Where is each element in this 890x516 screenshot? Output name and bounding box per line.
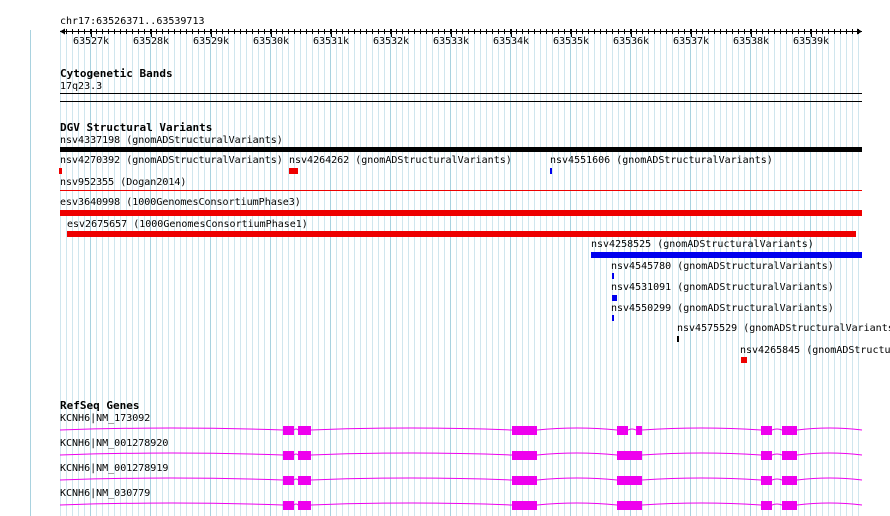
transcript-exon[interactable] [761, 476, 772, 485]
dgv-feature-bar[interactable] [612, 295, 617, 301]
dgv-feature[interactable]: nsv4258525 (gnomADStructuralVariants) [591, 239, 862, 258]
ruler-tick-label: 63530k [253, 36, 289, 47]
transcript-label: KCNH6|NM_173092 [60, 413, 150, 424]
dgv-track-title[interactable]: DGV Structural Variants [60, 121, 212, 134]
transcript-exon[interactable] [761, 501, 772, 510]
transcript-exon[interactable] [782, 501, 797, 510]
transcript-exon[interactable] [283, 476, 294, 485]
ruler-tick-label: 63536k [613, 36, 649, 47]
dgv-feature-bar[interactable] [289, 168, 298, 174]
transcript-exon[interactable] [512, 501, 537, 510]
transcript-exon[interactable] [298, 476, 311, 485]
ruler-tick-label: 63535k [553, 36, 589, 47]
transcript-exon[interactable] [782, 451, 797, 460]
dgv-feature-label: nsv4337198 (gnomADStructuralVariants) [60, 135, 283, 146]
dgv-feature[interactable]: nsv4545780 (gnomADStructuralVariants) [611, 261, 834, 279]
ruler-tick-label: 63538k [733, 36, 769, 47]
dgv-feature-label: nsv4545780 (gnomADStructuralVariants) [611, 261, 834, 272]
ruler-tick-label: 63537k [673, 36, 709, 47]
dgv-feature-label: nsv4550299 (gnomADStructuralVariants) [611, 303, 834, 314]
dgv-feature-bar[interactable] [59, 168, 62, 174]
dgv-feature[interactable]: esv3640998 (1000GenomesConsortiumPhase3) [60, 197, 862, 216]
transcript-exon[interactable] [761, 426, 772, 435]
transcript-exon[interactable] [782, 476, 797, 485]
transcript-exon[interactable] [298, 451, 311, 460]
dgv-feature-label: esv2675657 (1000GenomesConsortiumPhase1) [67, 219, 308, 230]
refseq-track-title[interactable]: RefSeq Genes [60, 399, 139, 412]
ruler-tick-label: 63534k [493, 36, 529, 47]
dgv-feature-label: nsv952355 (Dogan2014) [60, 177, 186, 188]
cytoband-track-title[interactable]: Cytogenetic Bands [60, 67, 173, 80]
transcript-exon[interactable] [636, 426, 642, 435]
dgv-feature-label: nsv4258525 (gnomADStructuralVariants) [591, 239, 814, 250]
dgv-feature-label: esv3640998 (1000GenomesConsortiumPhase3) [60, 197, 301, 208]
transcript-exon[interactable] [298, 501, 311, 510]
dgv-feature-bar[interactable] [612, 273, 614, 279]
transcript-exon[interactable] [617, 476, 642, 485]
dgv-feature[interactable]: nsv4270392 (gnomADStructuralVariants) [59, 155, 283, 174]
transcript-exon[interactable] [512, 451, 537, 460]
dgv-feature[interactable]: nsv4264262 (gnomADStructuralVariants) [289, 155, 512, 174]
location-label: chr17:63526371..63539713 [60, 16, 205, 27]
dgv-feature-bar[interactable] [591, 252, 862, 258]
dgv-feature-label: nsv4270392 (gnomADStructuralVariants) [60, 155, 283, 166]
dgv-feature-bar[interactable] [60, 210, 862, 216]
dgv-feature-bar[interactable] [60, 147, 862, 152]
transcript-exon[interactable] [617, 501, 642, 510]
transcript-exon[interactable] [782, 426, 797, 435]
ruler-tick-label: 63531k [313, 36, 349, 47]
dgv-feature[interactable]: esv2675657 (1000GenomesConsortiumPhase1) [67, 219, 856, 237]
transcript-exon[interactable] [283, 501, 294, 510]
transcript-exon[interactable] [617, 451, 642, 460]
dgv-feature[interactable]: nsv4551606 (gnomADStructuralVariants) [550, 155, 773, 174]
dgv-feature[interactable]: nsv4337198 (gnomADStructuralVariants) [60, 135, 862, 152]
ruler-tick-label: 63528k [133, 36, 169, 47]
transcript-exon[interactable] [617, 426, 628, 435]
transcript-exon[interactable] [512, 426, 537, 435]
dgv-feature-label: nsv4264262 (gnomADStructuralVariants) [289, 155, 512, 166]
transcript-exon[interactable] [512, 476, 537, 485]
genome-browser-view[interactable]: chr17:63526371..63539713 63527k 63528k 635… [0, 0, 890, 516]
transcript-exon[interactable] [283, 426, 294, 435]
cytoband-label: 17q23.3 [60, 81, 102, 92]
dgv-feature-bar[interactable] [550, 168, 552, 174]
dgv-feature-label: nsv4575529 (gnomADStructuralVariants [677, 323, 890, 334]
transcript-exon[interactable] [298, 426, 311, 435]
dgv-feature-bar[interactable] [612, 315, 614, 321]
ruler-tick-label: 63527k [73, 36, 109, 47]
ruler-tick-label: 63539k [793, 36, 829, 47]
transcript-label: KCNH6|NM_001278920 [60, 438, 168, 449]
ruler-right-arrow-icon [857, 28, 862, 35]
transcript-exon[interactable] [761, 451, 772, 460]
cytoband-bar[interactable] [60, 93, 862, 94]
dgv-feature-bar[interactable] [677, 336, 679, 342]
dgv-feature[interactable]: nsv4531091 (gnomADStructuralVariants) [611, 282, 834, 301]
ruler-tick-label: 63529k [193, 36, 229, 47]
transcript-label: KCNH6|NM_001278919 [60, 463, 168, 474]
transcript-label: KCNH6|NM_030779 [60, 488, 150, 499]
dgv-feature-label: nsv4551606 (gnomADStructuralVariants) [550, 155, 773, 166]
ruler-tick-label: 63532k [373, 36, 409, 47]
track-divider [60, 101, 862, 102]
ruler-tick-label: 63533k [433, 36, 469, 47]
dgv-feature-bar[interactable] [741, 357, 747, 363]
dgv-feature-label: nsv4265845 (gnomADStructu [740, 345, 890, 356]
dgv-feature[interactable]: nsv4550299 (gnomADStructuralVariants) [611, 303, 834, 321]
dgv-feature-label: nsv4531091 (gnomADStructuralVariants) [611, 282, 834, 293]
dgv-feature-bar[interactable] [67, 231, 856, 237]
dgv-feature-bar[interactable] [60, 190, 862, 191]
transcript-exon[interactable] [283, 451, 294, 460]
